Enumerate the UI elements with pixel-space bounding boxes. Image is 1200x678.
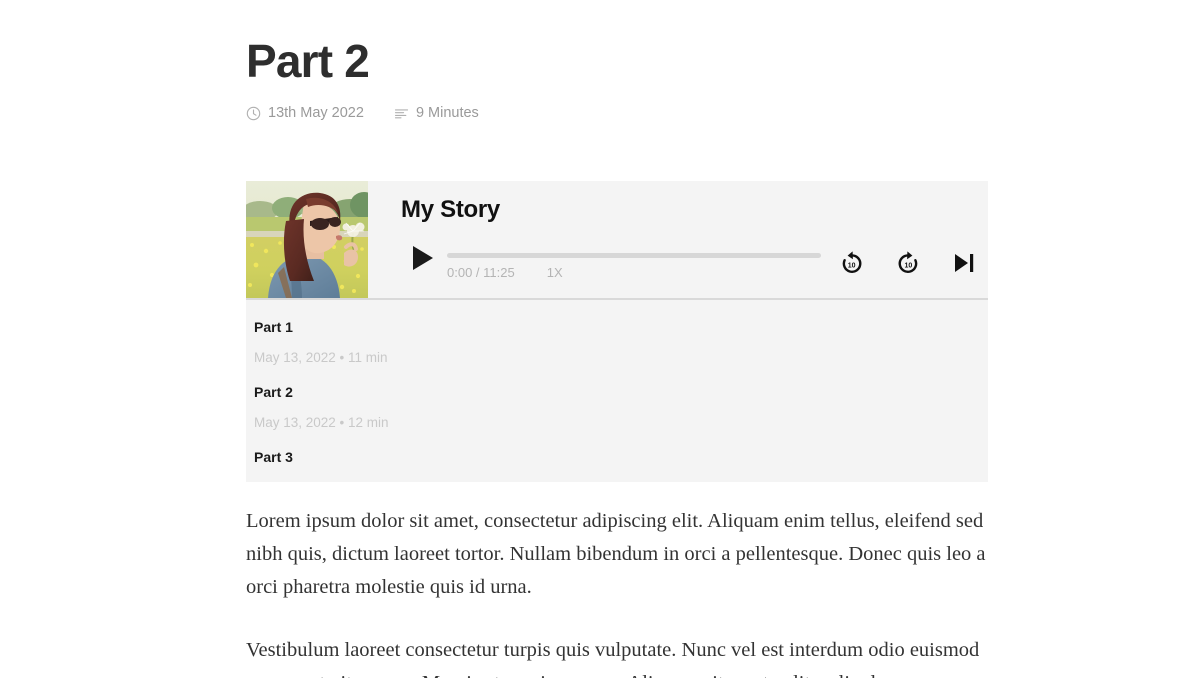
player-main: My Story 0:00 / 11:25 1X 10 10	[368, 181, 988, 298]
playlist-item-meta: May 13, 2022 • 9 min	[254, 467, 988, 482]
skip-next-icon	[951, 252, 977, 274]
clock-icon	[246, 106, 261, 121]
post-meta-row: 13th May 2022 9 Minutes	[246, 103, 988, 123]
post-date-label: 13th May 2022	[268, 105, 364, 121]
forward-10-button[interactable]: 10	[893, 248, 923, 278]
forward-10-icon: 10	[895, 250, 921, 276]
rewind-10-icon: 10	[839, 250, 865, 276]
playlist-item-title: Part 3	[254, 449, 293, 465]
playlist: Part 1 May 13, 2022 • 11 min Part 2 May …	[246, 300, 988, 482]
audio-player-card: My Story 0:00 / 11:25 1X 10 10 Part 1 Ma…	[246, 181, 988, 482]
side-controls: 10 10	[811, 238, 979, 288]
article-paragraph: Vestibulum laoreet consectetur turpis qu…	[246, 639, 980, 678]
post-date: 13th May 2022	[246, 103, 364, 123]
progress-track	[447, 253, 821, 258]
podcast-thumbnail	[246, 181, 368, 298]
skip-next-button[interactable]	[949, 248, 979, 278]
play-icon	[410, 244, 436, 272]
svg-text:10: 10	[848, 262, 856, 269]
page-title: Part 2	[246, 35, 370, 87]
post-content-column: Part 2 13th May 2022 9 Minutes My Story …	[246, 0, 988, 678]
playlist-item[interactable]: Part 1 May 13, 2022 • 11 min	[246, 313, 988, 378]
playlist-item-title: Part 2	[254, 384, 293, 400]
player-controls: 0:00 / 11:25 1X 10 10	[401, 238, 988, 288]
post-readtime-label: 9 Minutes	[415, 105, 479, 121]
playlist-item-title: Part 1	[254, 319, 293, 335]
player-title: My Story	[401, 196, 500, 223]
playback-speed-button[interactable]: 1X	[547, 264, 563, 282]
time-display: 0:00 / 11:25	[447, 265, 515, 280]
playlist-item-meta: May 13, 2022 • 11 min	[254, 350, 388, 365]
play-button[interactable]	[410, 244, 436, 272]
rewind-10-button[interactable]: 10	[837, 248, 867, 278]
playlist-item[interactable]: Part 2 May 13, 2022 • 12 min	[246, 378, 988, 443]
player-header: My Story 0:00 / 11:25 1X 10 10	[246, 181, 988, 300]
time-row: 0:00 / 11:25 1X	[447, 264, 563, 282]
text-lines-icon	[394, 106, 409, 121]
progress-bar[interactable]	[447, 253, 821, 258]
post-readtime: 9 Minutes	[394, 103, 479, 123]
svg-text:10: 10	[905, 262, 913, 269]
blog-post-page: Part 2 13th May 2022 9 Minutes My Story …	[0, 0, 1200, 678]
article-paragraph: Lorem ipsum dolor sit amet, consectetur …	[246, 510, 986, 598]
playlist-item-meta: May 13, 2022 • 12 min	[254, 415, 389, 430]
playlist-item[interactable]: Part 3 May 13, 2022 • 9 min	[246, 443, 988, 482]
article-body: Lorem ipsum dolor sit amet, consectetur …	[246, 505, 988, 678]
